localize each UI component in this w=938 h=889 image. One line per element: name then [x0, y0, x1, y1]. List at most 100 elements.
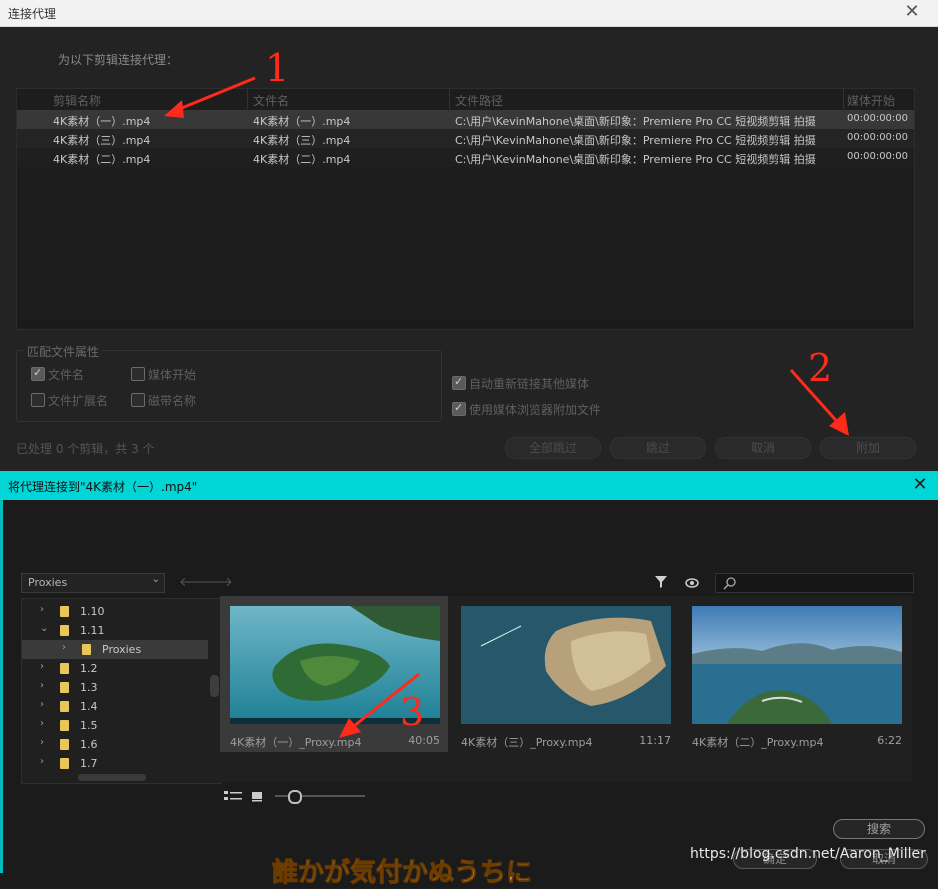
tree-item-1-6[interactable]: › 1.6 — [22, 735, 208, 754]
clip-name: 4K素材（三）.mp4 — [53, 134, 151, 147]
close-icon[interactable]: ✕ — [910, 475, 930, 495]
link-proxy-titlebar: 连接代理 ✕ — [0, 0, 938, 27]
folder-tree: › 1.10 ⌄ 1.11 › Proxies › 1.2 › 1.3 › 1.… — [21, 598, 222, 784]
checkbox-label: 使用媒体浏览器附加文件 — [469, 403, 602, 417]
tree-item-label: 1.3 — [80, 681, 98, 694]
tree-item-label: 1.5 — [80, 719, 98, 732]
attach-proxy-titlebar: 将代理连接到"4K素材（一）.mp4" ✕ — [0, 471, 938, 500]
media-start: 00:00:00:00 — [847, 132, 909, 143]
checkbox-media-start[interactable] — [131, 367, 145, 381]
tree-item-label: 1.4 — [80, 700, 98, 713]
table-row[interactable]: 4K素材（一）.mp4 4K素材（一）.mp4 C:\用户\KevinMahon… — [17, 110, 914, 129]
close-icon[interactable]: ✕ — [902, 2, 922, 22]
folder-dropdown[interactable]: Proxies ⌄ — [21, 573, 165, 593]
chevron-right-icon[interactable]: › — [40, 699, 44, 710]
file-name: 4K素材（一）.mp4 — [253, 115, 351, 128]
checkbox-label: 文件扩展名 — [48, 394, 109, 408]
watermark: https://blog.csdn.net/Aaron_Miller — [690, 846, 926, 862]
tree-horizontal-scrollbar[interactable] — [78, 774, 146, 781]
column-header-file-path[interactable]: 文件路径 — [455, 92, 503, 109]
chevron-right-icon[interactable]: › — [40, 680, 44, 691]
table-horizontal-scrollbar[interactable] — [17, 320, 914, 328]
chevron-right-icon[interactable]: › — [40, 604, 44, 615]
checkbox-tape-name[interactable] — [131, 393, 145, 407]
tree-item-proxies[interactable]: › Proxies — [22, 640, 208, 659]
clip-table: 剪辑名称 文件名 文件路径 媒体开始 4K素材（一）.mp4 4K素材（一）.m… — [16, 88, 915, 330]
checkbox-use-media-browser[interactable] — [452, 401, 466, 416]
tree-vertical-scrollbar[interactable] — [210, 675, 219, 697]
thumbnail-duration: 6:22 — [877, 734, 902, 747]
filter-icon[interactable] — [654, 575, 668, 589]
thumbnail-card[interactable]: 4K素材（二）_Proxy.mp4 6:22 — [682, 596, 910, 752]
chevron-right-icon[interactable]: › — [40, 737, 44, 748]
thumbnail-name: 4K素材（二）_Proxy.mp4 — [692, 736, 824, 749]
folder-icon — [82, 644, 91, 655]
match-properties-group — [16, 350, 442, 422]
checkbox-file-name[interactable] — [31, 366, 45, 381]
dialog-title: 将代理连接到"4K素材（一）.mp4" — [8, 480, 198, 494]
tree-item-1-5[interactable]: › 1.5 — [22, 716, 208, 735]
folder-icon — [60, 701, 69, 712]
checkbox-label: 媒体开始 — [148, 368, 197, 382]
chevron-down-icon[interactable]: ⌄ — [40, 623, 48, 634]
tree-item-1-3[interactable]: › 1.3 — [22, 678, 208, 697]
tree-item-label: 1.2 — [80, 662, 98, 675]
attach-button[interactable]: 附加 — [820, 437, 916, 459]
annotation-arrow-icon — [339, 672, 420, 738]
icon-view-icon[interactable] — [251, 790, 263, 802]
thumbnail-card[interactable]: 4K素材（三）_Proxy.mp4 11:17 — [451, 596, 679, 752]
tree-item-1-4[interactable]: › 1.4 — [22, 697, 208, 716]
file-name: 4K素材（三）.mp4 — [253, 134, 351, 147]
column-divider[interactable] — [843, 89, 844, 109]
eye-icon[interactable] — [685, 576, 701, 590]
column-divider[interactable] — [449, 89, 450, 109]
tree-item-1-11[interactable]: ⌄ 1.11 — [22, 621, 208, 640]
search-button[interactable]: 搜索 — [833, 819, 925, 839]
checkbox-auto-relink[interactable] — [452, 375, 466, 390]
search-input[interactable] — [715, 573, 914, 593]
table-row[interactable]: 4K素材（二）.mp4 4K素材（二）.mp4 C:\用户\KevinMahon… — [17, 148, 914, 167]
chevron-down-icon: ⌄ — [151, 574, 160, 585]
folder-dropdown-value: Proxies — [28, 576, 68, 589]
folder-icon — [60, 758, 69, 769]
skip-button[interactable]: 跳过 — [610, 437, 706, 459]
annotation-arrow-icon — [164, 76, 256, 118]
media-start: 00:00:00:00 — [847, 113, 909, 124]
tree-item-label: 1.11 — [80, 624, 105, 637]
list-view-icon[interactable] — [224, 790, 242, 802]
file-name: 4K素材（二）.mp4 — [253, 153, 351, 166]
zoom-slider-handle[interactable] — [288, 790, 302, 804]
checkbox-label: 文件名 — [48, 368, 85, 382]
clip-name: 4K素材（二）.mp4 — [53, 153, 151, 166]
thumbnail-name: 4K素材（三）_Proxy.mp4 — [461, 736, 593, 749]
tree-item-label: 1.10 — [80, 605, 105, 618]
column-header-media-start[interactable]: 媒体开始 — [847, 92, 895, 109]
skip-all-button[interactable]: 全部跳过 — [505, 437, 601, 459]
tree-item-1-7[interactable]: › 1.7 — [22, 754, 208, 773]
video-subtitle: 誰かが気付かぬうちに — [271, 858, 533, 889]
match-properties-legend: 匹配文件属性 — [24, 343, 103, 360]
folder-icon — [60, 739, 69, 750]
column-header-clip-name[interactable]: 剪辑名称 — [53, 92, 101, 109]
folder-icon — [60, 663, 69, 674]
tree-item-1-10[interactable]: › 1.10 — [22, 602, 208, 621]
table-row[interactable]: 4K素材（三）.mp4 4K素材（三）.mp4 C:\用户\KevinMahon… — [17, 129, 914, 148]
annotation-number: 1 — [265, 46, 290, 90]
window-edge — [0, 500, 3, 873]
checkbox-label: 自动重新链接其他媒体 — [469, 377, 590, 391]
chevron-right-icon[interactable]: › — [40, 718, 44, 729]
folder-icon — [60, 625, 69, 636]
file-path: C:\用户\KevinMahone\桌面\新印象：Premiere Pro CC… — [455, 115, 816, 128]
cancel-button[interactable]: 取消 — [715, 437, 811, 459]
checkbox-file-extension[interactable] — [31, 393, 45, 407]
annotation-arrow-icon — [789, 369, 849, 436]
forward-arrow-icon[interactable]: 🡒 — [198, 574, 233, 590]
dialog-title: 连接代理 — [8, 7, 57, 21]
checkbox-label: 磁带名称 — [148, 394, 197, 408]
chevron-right-icon[interactable]: › — [62, 642, 66, 653]
search-icon — [723, 577, 736, 590]
processed-status: 已处理 0 个剪辑，共 3 个 — [16, 442, 155, 456]
chevron-right-icon[interactable]: › — [40, 661, 44, 672]
chevron-right-icon[interactable]: › — [40, 756, 44, 767]
tree-item-1-2[interactable]: › 1.2 — [22, 659, 208, 678]
